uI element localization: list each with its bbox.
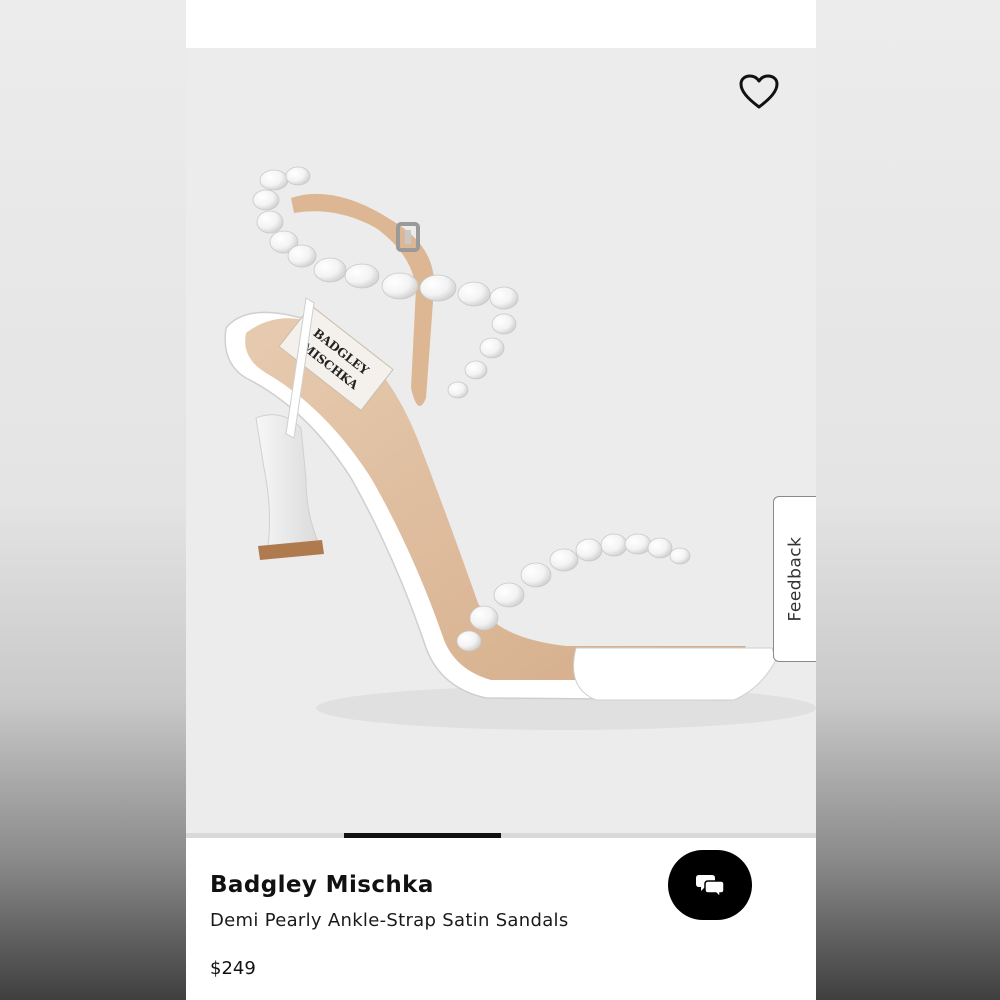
product-name: Demi Pearly Ankle-Strap Satin Sandals: [210, 910, 569, 931]
product-image[interactable]: BADGLEY MISCHKA: [186, 48, 816, 834]
feedback-label: Feedback: [785, 536, 805, 622]
product-detail-screen: BADGLEY MISCHKA Feedback Badgley Mischka…: [186, 0, 816, 1000]
feedback-tab[interactable]: Feedback: [773, 496, 816, 662]
top-bar: [186, 0, 816, 48]
wishlist-button[interactable]: [737, 70, 781, 114]
product-brand[interactable]: Badgley Mischka: [210, 872, 434, 898]
product-info-panel: Badgley Mischka Demi Pearly Ankle-Strap …: [186, 838, 816, 1000]
sandal-illustration: BADGLEY MISCHKA: [224, 166, 816, 730]
chat-button[interactable]: [668, 850, 752, 920]
product-price: $249: [210, 958, 256, 979]
heart-icon: [739, 74, 779, 109]
background-blur-right: [816, 0, 1000, 1000]
chat-bubbles-icon: [696, 875, 725, 898]
background-blur-left: [0, 0, 186, 1000]
